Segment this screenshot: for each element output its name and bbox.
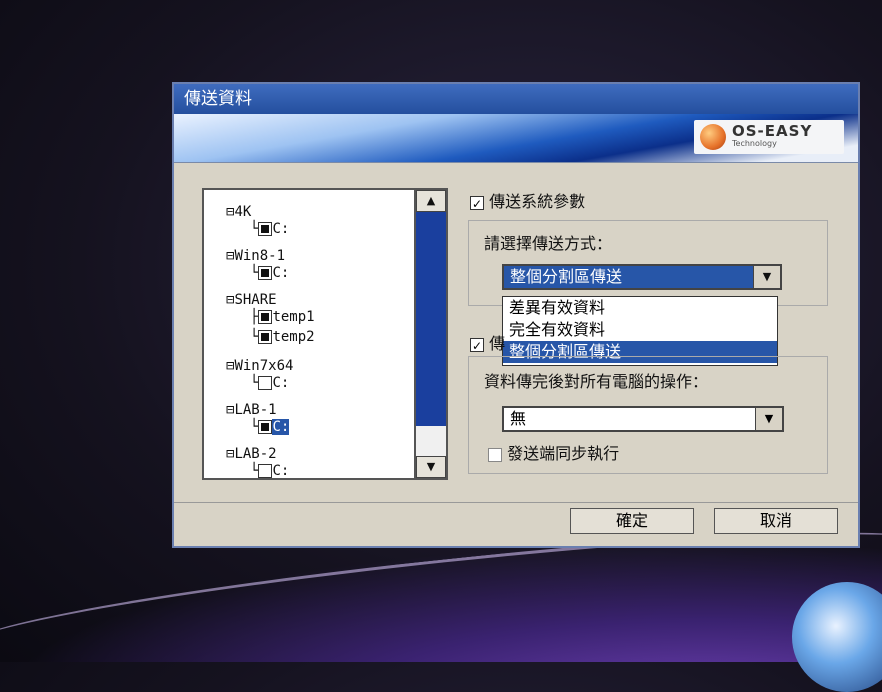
ok-button[interactable]: 確定 xyxy=(570,508,694,534)
tree-leaf-win8-c[interactable]: └ C: xyxy=(250,265,289,281)
after-action-option[interactable]: ✓ 傳 xyxy=(470,330,505,354)
computer-tree[interactable]: ⊟4K └ C: ⊟Win8-1 └ C: ⊟SHARE ├ temp1 └ temp2 xyxy=(202,188,448,480)
tree-leaf-share-temp2[interactable]: └ temp2 xyxy=(250,329,315,345)
partition-checkbox[interactable] xyxy=(258,376,273,390)
tree-leaf-label: C: xyxy=(272,221,290,237)
tree-node-label: LAB-1 xyxy=(234,402,277,418)
tree-scrollbar[interactable]: ▲ ▼ xyxy=(414,190,446,478)
tree-node-win8[interactable]: ⊟Win8-1 xyxy=(226,248,285,264)
partition-checkbox[interactable] xyxy=(258,222,273,236)
tree-node-win7[interactable]: ⊟Win7x64 xyxy=(226,358,293,374)
send-system-params-checkbox[interactable]: ✓ xyxy=(470,195,484,211)
scroll-down-icon[interactable]: ▼ xyxy=(416,456,446,478)
tree-node-label: 4K xyxy=(234,204,252,220)
dropdown-option[interactable]: 差異有效資料 xyxy=(503,297,777,319)
sender-sync-checkbox[interactable] xyxy=(488,447,502,462)
dialog-title: 傳送資料 xyxy=(174,84,858,114)
chevron-down-icon[interactable]: ▼ xyxy=(753,266,780,288)
after-action-selected: 無 xyxy=(510,409,527,428)
partition-checkbox[interactable] xyxy=(258,330,273,344)
tree-node-share[interactable]: ⊟SHARE xyxy=(226,292,277,308)
send-mode-label: 請選擇傳送方式： xyxy=(484,234,613,253)
partition-checkbox[interactable] xyxy=(258,310,273,324)
tree-leaf-win7-c[interactable]: └ C: xyxy=(250,375,289,391)
tree-leaf-label: C: xyxy=(272,463,290,478)
send-system-params-option[interactable]: ✓ 傳送系統參數 xyxy=(470,188,585,212)
send-system-params-label: 傳送系統參數 xyxy=(489,192,586,211)
brand-logo-text: OS-EASY xyxy=(732,122,813,140)
tree-leaf-label: temp1 xyxy=(272,309,315,325)
tree-leaf-label: C: xyxy=(272,265,290,281)
transfer-dialog: 傳送資料 OS-EASY Technology ⊟4K └ C: ⊟Win8-1 … xyxy=(172,82,860,548)
tree-node-label: LAB-2 xyxy=(234,446,277,462)
chevron-down-icon[interactable]: ▼ xyxy=(755,408,782,430)
brand-logo-sub: Technology xyxy=(732,139,777,148)
after-action-check-label: 傳 xyxy=(489,334,506,353)
cancel-button[interactable]: 取消 xyxy=(714,508,838,534)
dropdown-option[interactable]: 完全有效資料 xyxy=(503,319,777,341)
after-action-checkbox[interactable]: ✓ xyxy=(470,337,484,353)
after-action-label: 資料傳完後對所有電腦的操作： xyxy=(484,372,709,391)
tree-node-lab1[interactable]: ⊟LAB-1 xyxy=(226,402,277,418)
computer-tree-list: ⊟4K └ C: ⊟Win8-1 └ C: ⊟SHARE ├ temp1 └ temp2 xyxy=(204,190,412,478)
dialog-banner: OS-EASY Technology xyxy=(174,114,858,163)
sender-sync-option[interactable]: 發送端同步執行 xyxy=(488,440,619,464)
tree-leaf-label: C: xyxy=(272,375,290,391)
scroll-thumb[interactable] xyxy=(416,212,446,426)
sender-sync-label: 發送端同步執行 xyxy=(507,444,620,463)
tree-leaf-share-temp1[interactable]: ├ temp1 xyxy=(250,309,315,325)
dialog-footer xyxy=(174,502,858,503)
tree-node-4k[interactable]: ⊟4K xyxy=(226,204,251,220)
tree-leaf-label: C: xyxy=(272,419,290,435)
send-mode-select[interactable]: 整個分割區傳送 ▼ xyxy=(502,264,782,290)
send-mode-selected: 整個分割區傳送 xyxy=(510,267,623,286)
tree-leaf-lab1-c[interactable]: └ C: xyxy=(250,419,290,435)
tree-node-lab2[interactable]: ⊟LAB-2 xyxy=(226,446,277,462)
tree-node-label: Win7x64 xyxy=(234,358,294,374)
partition-checkbox[interactable] xyxy=(258,266,273,280)
tree-leaf-4k-c[interactable]: └ C: xyxy=(250,221,289,237)
scroll-track[interactable] xyxy=(416,426,446,456)
scroll-up-icon[interactable]: ▲ xyxy=(416,190,446,212)
brand-logo: OS-EASY Technology xyxy=(694,120,844,154)
tree-node-label: Win8-1 xyxy=(234,248,286,264)
tree-leaf-lab2-c[interactable]: └ C: xyxy=(250,463,289,478)
brand-logo-icon xyxy=(700,124,726,150)
after-action-select[interactable]: 無 ▼ xyxy=(502,406,784,432)
tree-node-label: SHARE xyxy=(234,292,277,308)
partition-checkbox[interactable] xyxy=(258,464,273,478)
tree-leaf-label: temp2 xyxy=(272,329,315,345)
partition-checkbox[interactable] xyxy=(258,420,273,434)
